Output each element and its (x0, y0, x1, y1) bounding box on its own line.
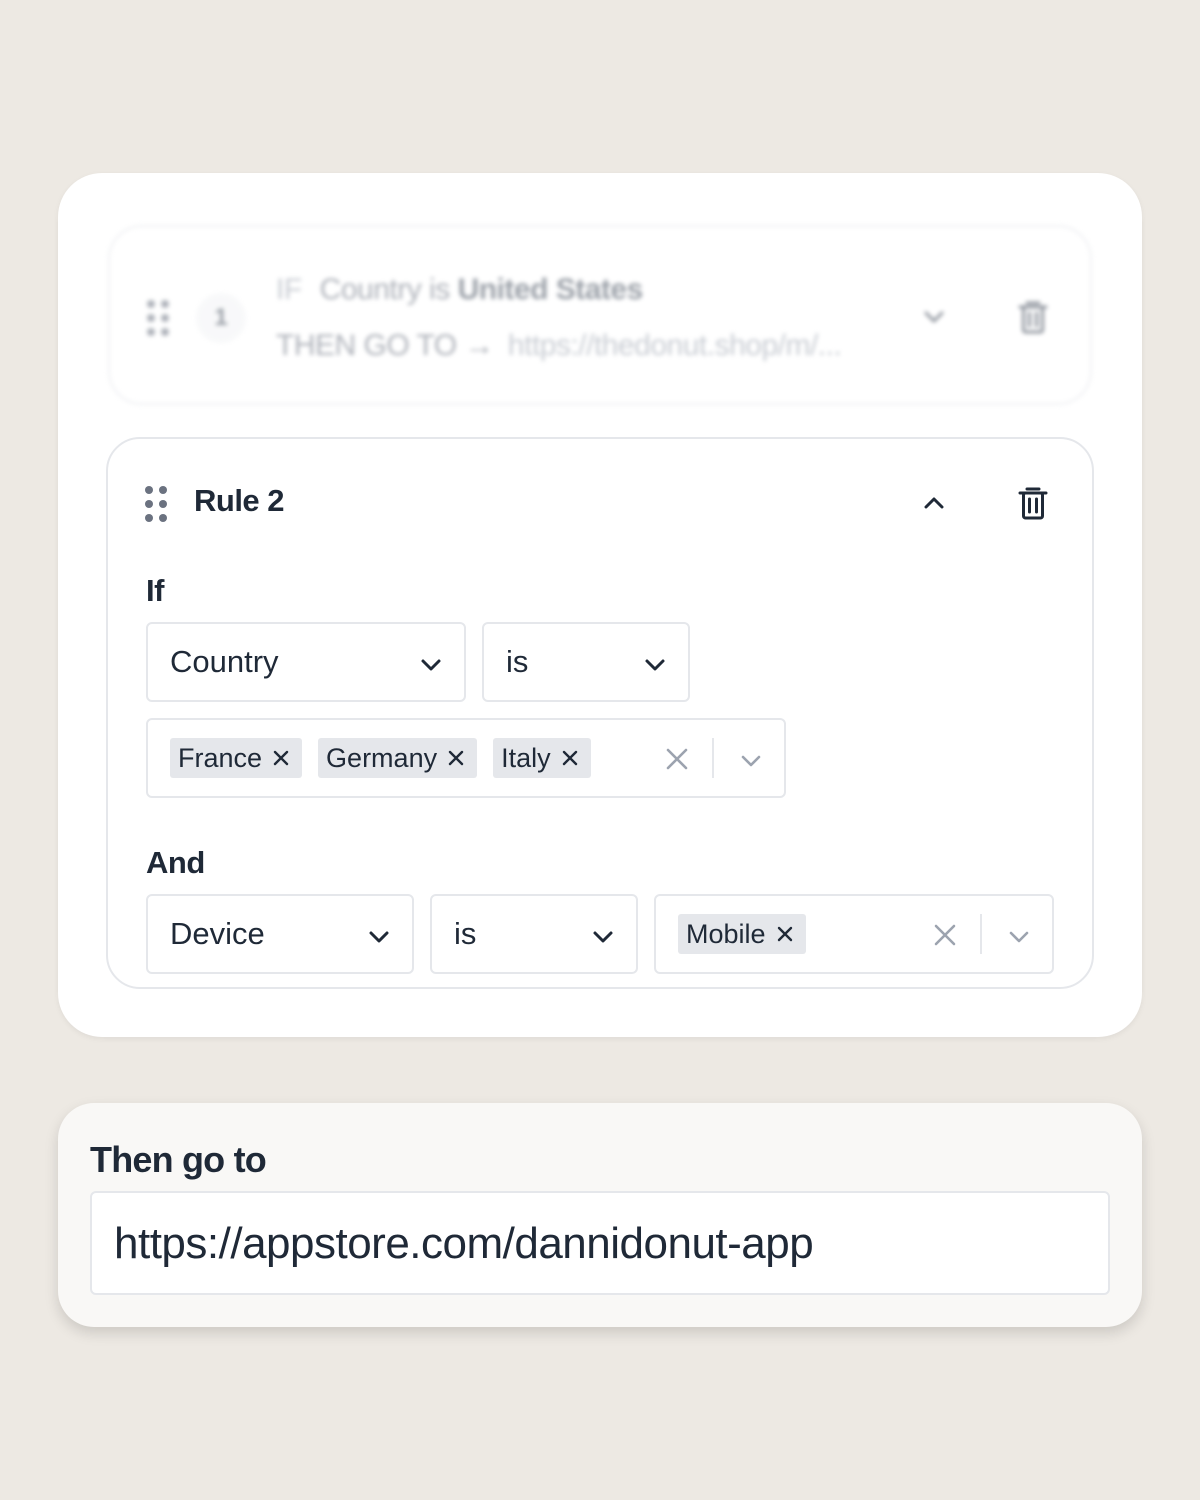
clear-all-icon[interactable] (932, 922, 958, 953)
condition-1-operator-select[interactable]: is (482, 622, 690, 702)
condition-1-values-multiselect[interactable]: France Germany Italy (146, 718, 786, 798)
drag-handle-icon[interactable] (144, 485, 168, 528)
select-value: is (454, 916, 477, 951)
and-label: And (146, 845, 205, 880)
divider (712, 738, 714, 778)
divider (980, 914, 982, 954)
drag-handle-icon[interactable] (146, 299, 170, 342)
then-keyword: THEN GO TO → (276, 329, 494, 362)
tag-label: Mobile (686, 918, 766, 949)
rule-number-badge: 1 (196, 293, 246, 343)
tag-label: France (178, 742, 263, 773)
close-icon[interactable] (447, 749, 465, 767)
condition-value: United States (457, 273, 644, 306)
rule-2-expanded: Rule 2 If Country is France Germany Ital… (106, 437, 1094, 989)
if-keyword: IF (276, 273, 302, 306)
chevron-down-icon (642, 652, 668, 683)
value-tag: France (170, 738, 303, 778)
clear-all-icon[interactable] (664, 746, 690, 777)
then-go-to-card: Then go to https://appstore.com/dannidon… (58, 1103, 1142, 1327)
value-tag: Germany (318, 738, 478, 778)
condition-2-operator-select[interactable]: is (430, 894, 638, 974)
rule-1-condition: IF Country is United States (276, 273, 643, 307)
chevron-down-icon (418, 652, 444, 683)
destination-url: https://thedonut.shop/m/... (507, 329, 842, 362)
tag-label: Germany (326, 742, 438, 773)
chevron-down-icon[interactable] (738, 748, 764, 779)
chevron-down-icon (590, 924, 616, 955)
close-icon[interactable] (561, 749, 579, 767)
chevron-up-icon[interactable] (920, 489, 948, 522)
trash-icon[interactable] (1016, 485, 1050, 526)
select-value: is (506, 644, 529, 679)
chevron-down-icon (366, 924, 392, 955)
then-go-to-label: Then go to (90, 1139, 267, 1180)
value-tag: Italy (493, 738, 591, 778)
chevron-down-icon[interactable] (920, 303, 948, 336)
destination-url-input[interactable]: https://appstore.com/dannidonut-app (90, 1191, 1110, 1295)
trash-icon[interactable] (1016, 299, 1050, 340)
rule-1-collapsed[interactable]: 1 IF Country is United States THEN GO TO … (108, 225, 1092, 405)
value-tag: Mobile (678, 914, 806, 954)
close-icon[interactable] (272, 749, 290, 767)
chevron-down-icon[interactable] (1006, 924, 1032, 955)
condition-text: Country is (319, 273, 451, 306)
select-value: Device (170, 916, 265, 951)
condition-2-field-select[interactable]: Device (146, 894, 414, 974)
condition-2-values-multiselect[interactable]: Mobile (654, 894, 1054, 974)
close-icon[interactable] (776, 925, 794, 943)
if-label: If (146, 573, 164, 608)
tag-label: Italy (501, 742, 551, 773)
select-value: Country (170, 644, 279, 679)
rule-1-destination: THEN GO TO → https://thedonut.shop/m/... (276, 329, 842, 363)
condition-1-field-select[interactable]: Country (146, 622, 466, 702)
url-value: https://appstore.com/dannidonut-app (114, 1219, 814, 1268)
rule-title: Rule 2 (194, 483, 285, 518)
rules-card: 1 IF Country is United States THEN GO TO … (58, 173, 1142, 1037)
